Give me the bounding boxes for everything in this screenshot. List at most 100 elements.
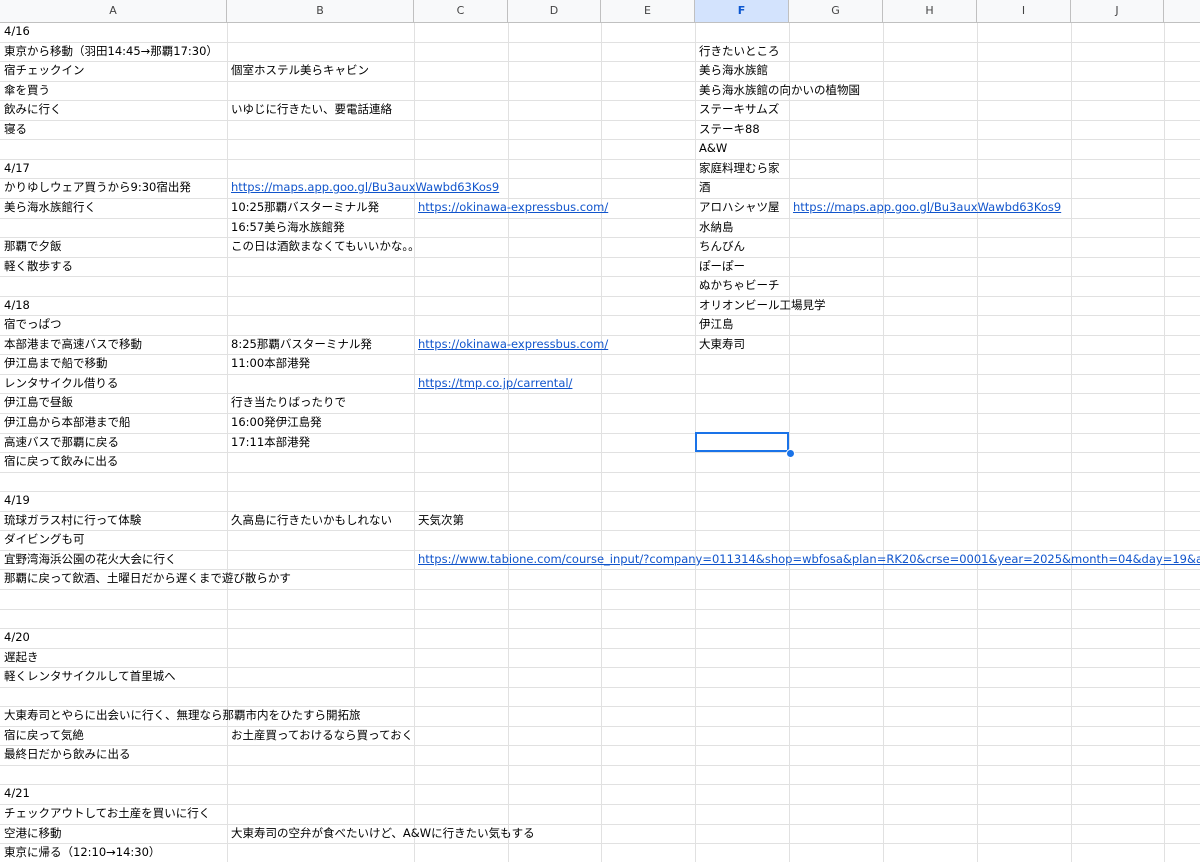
row-gridline <box>0 667 1200 668</box>
cell[interactable]: チェックアウトしてお土産を買いに行く <box>0 804 210 823</box>
cell[interactable]: 久高島に行きたいかもしれない <box>227 511 392 530</box>
cell[interactable]: 本部港まで高速バスで移動 <box>0 335 142 354</box>
cell-link[interactable]: https://www.tabione.com/course_input/?co… <box>414 550 1200 569</box>
cell[interactable]: 美ら海水族館の向かいの植物園 <box>695 81 860 100</box>
cell[interactable]: 16:57美ら海水族館発 <box>227 218 345 237</box>
fill-handle[interactable] <box>786 449 795 458</box>
cell[interactable]: 宿に戻って飲みに出る <box>0 452 118 471</box>
cell[interactable]: 16:00発伊江島発 <box>227 413 322 432</box>
row-gridline <box>0 433 1200 434</box>
row-gridline <box>0 139 1200 140</box>
cell[interactable]: 宿でっぱつ <box>0 315 62 334</box>
cell[interactable]: 8:25那覇バスターミナル発 <box>227 335 372 354</box>
cell[interactable]: 軽くレンタサイクルして首里城へ <box>0 667 176 686</box>
column-header-b[interactable]: B <box>227 0 414 22</box>
cell[interactable]: 大東寿司 <box>695 335 745 354</box>
cell-link[interactable]: https://tmp.co.jp/carrental/ <box>414 374 572 393</box>
cell[interactable]: かりゆしウェア買うから9:30宿出発 <box>0 178 191 197</box>
cell[interactable]: 水納島 <box>695 218 734 237</box>
cell[interactable]: 10:25那覇バスターミナル発 <box>227 198 379 217</box>
cell[interactable]: 軽く散歩する <box>0 257 73 276</box>
cell[interactable]: 最終日だから飲みに出る <box>0 745 131 764</box>
cell[interactable]: 飲みに行く <box>0 100 62 119</box>
column-header-i[interactable]: I <box>977 0 1071 22</box>
cell[interactable]: 4/21 <box>0 784 30 803</box>
cell[interactable]: 4/17 <box>0 159 30 178</box>
row-gridline <box>0 530 1200 531</box>
cell[interactable]: 那覇に戻って飲酒、土曜日だから遅くまで遊び散らかす <box>0 569 291 588</box>
cell-link[interactable]: https://okinawa-expressbus.com/ <box>414 198 608 217</box>
cell[interactable]: ぬかちゃビーチ <box>695 276 780 295</box>
cell-link[interactable]: https://maps.app.goo.gl/Bu3auxWawbd63Kos… <box>789 198 1061 217</box>
cell[interactable]: 行きたいところ <box>695 42 780 61</box>
column-header-c[interactable]: C <box>414 0 508 22</box>
cell[interactable]: ぽーぽー <box>695 257 745 276</box>
row-gridline <box>0 745 1200 746</box>
cell[interactable]: 行き当たりばったりで <box>227 393 346 412</box>
cell[interactable]: 4/20 <box>0 628 30 647</box>
row-gridline <box>0 81 1200 82</box>
cell[interactable]: 11:00本部港発 <box>227 354 310 373</box>
cell[interactable]: この日は酒飲まなくてもいいかな。。 <box>227 237 420 256</box>
cell[interactable]: 個室ホステル美らキャビン <box>227 61 369 80</box>
cell[interactable]: お土産買っておけるなら買っておく <box>227 726 413 745</box>
cell[interactable]: ダイビングも可 <box>0 530 85 549</box>
column-header-j[interactable]: J <box>1071 0 1164 22</box>
cell[interactable]: 宿チェックイン <box>0 61 85 80</box>
cell[interactable]: 酒 <box>695 178 711 197</box>
cell[interactable]: 空港に移動 <box>0 824 62 843</box>
row-gridline <box>0 159 1200 160</box>
cell[interactable]: 伊江島から本部港まで船 <box>0 413 131 432</box>
cell[interactable]: 伊江島 <box>695 315 734 334</box>
cell[interactable]: 大東寿司とやらに出会いに行く、無理なら那覇市内をひたすら開拓旅 <box>0 706 361 725</box>
cell[interactable]: 東京から移動（羽田14:45→那覇17:30） <box>0 42 218 61</box>
cell-link[interactable]: https://maps.app.goo.gl/Bu3auxWawbd63Kos… <box>227 178 499 197</box>
cell[interactable]: 伊江島まで船で移動 <box>0 354 108 373</box>
cell[interactable]: 傘を買う <box>0 81 50 100</box>
cell[interactable]: 4/18 <box>0 296 30 315</box>
row-gridline <box>0 765 1200 766</box>
row-gridline <box>0 628 1200 629</box>
cell[interactable]: オリオンビール工場見学 <box>695 296 826 315</box>
column-header-d[interactable]: D <box>508 0 601 22</box>
column-gridline <box>1164 0 1165 862</box>
cell[interactable]: 美ら海水族館行く <box>0 198 96 217</box>
cell[interactable]: 家庭料理むら家 <box>695 159 780 178</box>
column-gridline <box>414 0 415 862</box>
row-gridline <box>0 589 1200 590</box>
cell[interactable]: 遅起き <box>0 648 39 667</box>
cell[interactable]: レンタサイクル借りる <box>0 374 118 393</box>
column-header-h[interactable]: H <box>883 0 977 22</box>
cell-link[interactable]: https://okinawa-expressbus.com/ <box>414 335 608 354</box>
column-header-f[interactable]: F <box>695 0 789 22</box>
column-header-e[interactable]: E <box>601 0 695 22</box>
cell[interactable]: 那覇で夕飯 <box>0 237 62 256</box>
cell[interactable]: 琉球ガラス村に行って体験 <box>0 511 141 530</box>
cell[interactable]: 宜野湾海浜公園の花火大会に行く <box>0 550 177 569</box>
cell[interactable]: 4/19 <box>0 491 30 510</box>
cell[interactable]: 天気次第 <box>414 511 464 530</box>
cell[interactable]: 美ら海水族館 <box>695 61 768 80</box>
cell[interactable]: 4/16 <box>0 22 30 41</box>
cell[interactable]: 寝る <box>0 120 27 139</box>
selected-cell-outline[interactable] <box>695 432 789 452</box>
cell[interactable]: 東京に帰る（12:10→14:30） <box>0 843 160 862</box>
cell[interactable]: 伊江島で昼飯 <box>0 393 73 412</box>
row-gridline <box>0 315 1200 316</box>
cell[interactable]: アロハシャツ屋 <box>695 198 780 217</box>
row-gridline <box>0 726 1200 727</box>
row-gridline <box>0 237 1200 238</box>
cell[interactable]: 高速バスで那覇に戻る <box>0 433 119 452</box>
cell[interactable]: ちんびん <box>695 237 745 256</box>
row-gridline <box>0 491 1200 492</box>
column-header-g[interactable]: G <box>789 0 883 22</box>
cell[interactable]: 宿に戻って気絶 <box>0 726 84 745</box>
cell[interactable]: 大東寿司の空弁が食べたいけど、A&Wに行きたい気もする <box>227 824 535 843</box>
column-header-a[interactable]: A <box>0 0 227 22</box>
cell[interactable]: ステーキ88 <box>695 120 760 139</box>
cell[interactable]: ステーキサムズ <box>695 100 779 119</box>
cell[interactable]: A&W <box>695 139 727 158</box>
cell[interactable]: いゆじに行きたい、要電話連絡 <box>227 100 392 119</box>
cell[interactable]: 17:11本部港発 <box>227 433 310 452</box>
spreadsheet-grid[interactable]: ABCDEFGHIJ 4/16 東京から移動（羽田14:45→那覇17:30） 宿チ… <box>0 0 1200 862</box>
